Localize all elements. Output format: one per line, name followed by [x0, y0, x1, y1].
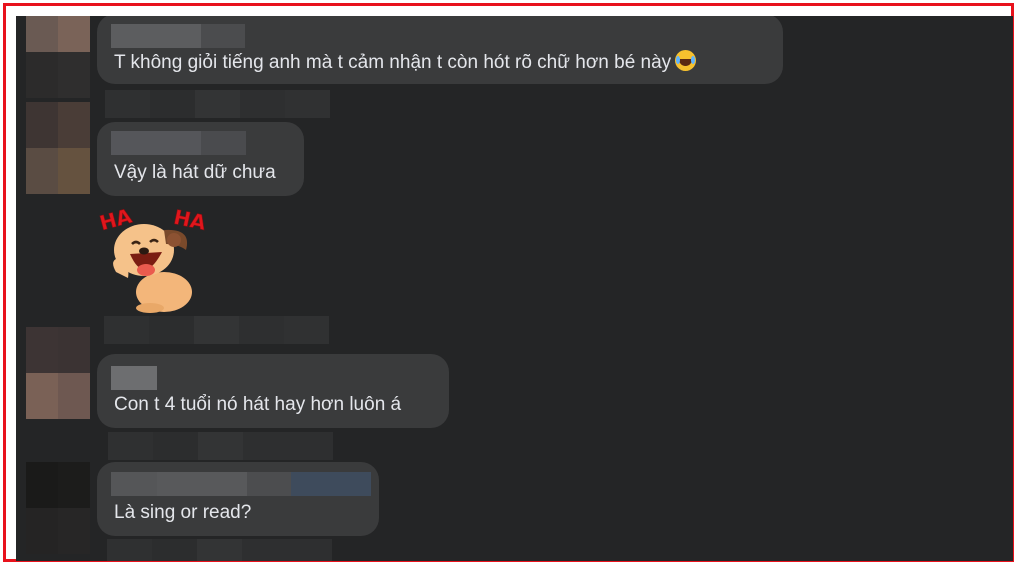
avatar-pixel [58, 148, 90, 194]
avatar-pixel [26, 462, 58, 508]
highlight-frame: T không giỏi tiếng anh mà t cảm nhận t c… [3, 3, 1014, 562]
avatar-pixel [58, 52, 90, 98]
comment-actions-redacted[interactable] [107, 539, 332, 561]
avatar-pixel [26, 373, 58, 419]
comment-bubble: T không giỏi tiếng anh mà t cảm nhận t c… [97, 16, 783, 84]
comment-bubble: Vậy là hát dữ chưa [97, 122, 304, 196]
comments-panel: T không giỏi tiếng anh mà t cảm nhận t c… [16, 16, 1013, 561]
commenter-name-redacted[interactable] [111, 472, 371, 496]
avatar-pixel [26, 327, 58, 373]
avatar[interactable] [26, 102, 90, 194]
avatar[interactable] [26, 462, 90, 554]
avatar-pixel [58, 373, 90, 419]
commenter-name-redacted[interactable] [111, 366, 157, 390]
dog-patch [167, 233, 181, 247]
comment-actions-redacted[interactable] [104, 316, 329, 344]
comment-bubble: Con t 4 tuổi nó hát hay hơn luôn á [97, 354, 449, 428]
comment-text: Là sing or read? [114, 502, 252, 523]
avatar-pixel [58, 462, 90, 508]
crying-laughing-emoji-icon [675, 50, 697, 71]
avatar-pixel [58, 327, 90, 373]
comment-text-row: Con t 4 tuổi nó hát hay hơn luôn á [114, 394, 401, 416]
avatar-pixel [26, 52, 58, 98]
sticker-text: HA [172, 205, 209, 235]
avatar-pixel [26, 148, 58, 194]
avatar[interactable] [26, 327, 90, 419]
comment-bubble: Là sing or read? [97, 462, 379, 536]
commenter-name-redacted[interactable] [111, 131, 246, 155]
avatar-pixel [58, 16, 90, 52]
comment-text-row: Vậy là hát dữ chưa [114, 162, 276, 184]
comment-text: Con t 4 tuổi nó hát hay hơn luôn á [114, 394, 402, 415]
ha-ha-dog-sticker: HA HA [97, 204, 209, 313]
comment-text-row: Là sing or read? [114, 502, 251, 524]
avatar-pixel [58, 508, 90, 554]
commenter-name-redacted[interactable] [111, 24, 245, 48]
comment-text: Vậy là hát dữ chưa [114, 162, 276, 183]
avatar-pixel [58, 102, 90, 148]
avatar-pixel [26, 508, 58, 554]
comment-text-row: T không giỏi tiếng anh mà t cảm nhận t c… [114, 50, 697, 74]
comment-text: T không giỏi tiếng anh mà t cảm nhận t c… [114, 52, 672, 73]
comment-actions-redacted[interactable] [108, 432, 333, 460]
comment-actions-redacted[interactable] [105, 90, 330, 118]
avatar-pixel [26, 102, 58, 148]
avatar[interactable] [26, 16, 90, 98]
avatar-pixel [26, 16, 58, 52]
